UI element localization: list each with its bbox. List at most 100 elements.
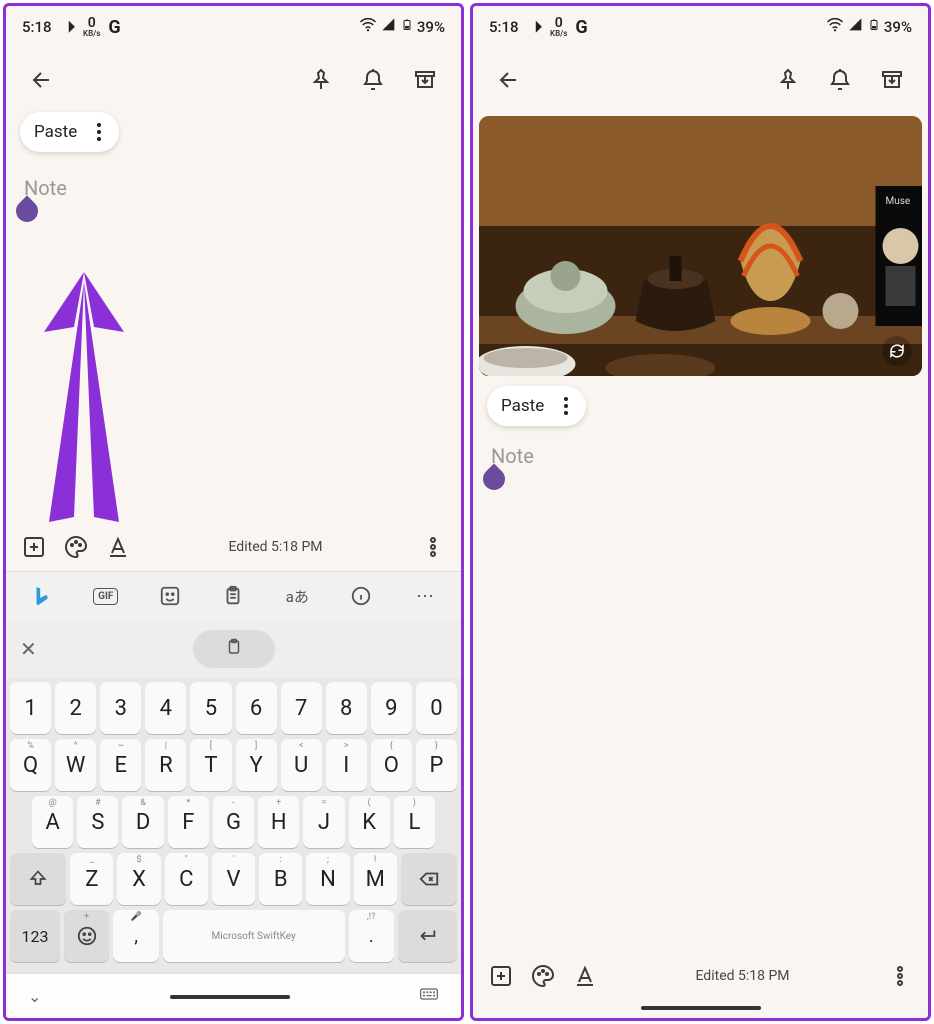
nav-handle[interactable] — [170, 995, 290, 999]
data-speed: 0KB/s — [83, 16, 100, 38]
key-p[interactable]: }P — [416, 739, 457, 791]
key-7[interactable]: 7 — [281, 682, 322, 734]
add-button[interactable] — [487, 962, 515, 990]
paste-menu[interactable]: Paste — [20, 112, 119, 152]
paste-menu[interactable]: Paste — [487, 386, 586, 426]
key-backspace[interactable] — [401, 853, 457, 905]
key-row-numbers: 1 2 3 4 5 6 7 8 9 0 — [10, 682, 457, 734]
paste-label[interactable]: Paste — [34, 122, 77, 142]
palette-button[interactable] — [529, 962, 557, 990]
lang-button[interactable]: aあ — [277, 580, 317, 612]
sticker-button[interactable] — [150, 580, 190, 612]
key-shift[interactable] — [10, 853, 66, 905]
pin-button[interactable] — [766, 58, 810, 102]
paste-more-icon[interactable] — [93, 123, 105, 141]
clipboard-chip[interactable] — [193, 630, 275, 668]
app-bar — [473, 48, 928, 112]
note-body[interactable]: Paste Note — [6, 112, 461, 523]
key-r[interactable]: |R — [145, 739, 186, 791]
key-m[interactable]: !M — [354, 853, 397, 905]
key-6[interactable]: 6 — [236, 682, 277, 734]
keyboard-toggle-icon[interactable] — [419, 984, 439, 1008]
key-k[interactable]: (K — [349, 796, 390, 848]
key-space[interactable]: Microsoft SwiftKey — [163, 910, 345, 962]
text-format-button[interactable] — [571, 962, 599, 990]
battery-icon — [868, 16, 880, 38]
key-period[interactable]: ,!?. — [349, 910, 394, 962]
key-b[interactable]: :B — [259, 853, 302, 905]
key-e[interactable]: ~E — [100, 739, 141, 791]
text-cursor-handle[interactable] — [16, 200, 38, 222]
key-d[interactable]: &D — [122, 796, 163, 848]
key-o[interactable]: {O — [371, 739, 412, 791]
key-comma[interactable]: 🎤, — [113, 910, 158, 962]
key-t[interactable]: [T — [190, 739, 231, 791]
back-button[interactable] — [487, 58, 531, 102]
add-button[interactable] — [20, 533, 48, 561]
key-l[interactable]: )L — [394, 796, 435, 848]
edited-time: Edited 5:18 PM — [228, 539, 322, 555]
app-bar — [6, 48, 461, 112]
key-0[interactable]: 0 — [416, 682, 457, 734]
more-button[interactable] — [886, 962, 914, 990]
nav-collapse-icon[interactable]: ⌄ — [28, 987, 41, 1006]
key-u[interactable]: <U — [281, 739, 322, 791]
image-refresh-icon[interactable] — [882, 336, 912, 366]
pin-button[interactable] — [299, 58, 343, 102]
key-q[interactable]: %Q — [10, 739, 51, 791]
key-w[interactable]: ^W — [55, 739, 96, 791]
clipboard-button[interactable] — [213, 580, 253, 612]
key-5[interactable]: 5 — [190, 682, 231, 734]
phone-left: 5:18 ⏵ 0KB/s G 39% Paste Note — [3, 3, 464, 1021]
key-x[interactable]: $X — [117, 853, 160, 905]
key-j[interactable]: =J — [303, 796, 344, 848]
key-enter[interactable] — [398, 910, 457, 962]
gif-button[interactable]: GIF — [86, 580, 126, 612]
text-cursor-handle[interactable] — [483, 468, 505, 490]
more-tools-button[interactable]: ⋯ — [405, 580, 445, 612]
key-c[interactable]: "C — [165, 853, 208, 905]
keyboard-suggestions: ✕ — [6, 620, 461, 678]
key-1[interactable]: 1 — [10, 682, 51, 734]
google-icon: G — [575, 17, 587, 38]
nav-handle[interactable] — [641, 1006, 761, 1010]
archive-button[interactable] — [870, 58, 914, 102]
key-row-qwerty: %Q ^W ~E |R [T ]Y <U >I {O }P — [10, 739, 457, 791]
key-9[interactable]: 9 — [371, 682, 412, 734]
key-3[interactable]: 3 — [100, 682, 141, 734]
reminder-button[interactable] — [351, 58, 395, 102]
key-s[interactable]: #S — [77, 796, 118, 848]
paste-more-icon[interactable] — [560, 397, 572, 415]
paste-label[interactable]: Paste — [501, 396, 544, 416]
info-button[interactable] — [341, 580, 381, 612]
key-emoji[interactable]: + — [64, 910, 109, 962]
note-body[interactable]: Paste Note — [473, 386, 928, 952]
key-4[interactable]: 4 — [145, 682, 186, 734]
palette-button[interactable] — [62, 533, 90, 561]
text-format-button[interactable] — [104, 533, 132, 561]
key-z[interactable]: _Z — [70, 853, 113, 905]
suggestions-close[interactable]: ✕ — [20, 637, 37, 661]
back-button[interactable] — [20, 58, 64, 102]
more-button[interactable] — [419, 533, 447, 561]
key-i[interactable]: >I — [326, 739, 367, 791]
key-row-zxcv: _Z $X "C 'V :B ;N !M — [10, 853, 457, 905]
key-v[interactable]: 'V — [212, 853, 255, 905]
note-image[interactable]: Muse — [479, 116, 922, 376]
key-n[interactable]: ;N — [306, 853, 349, 905]
google-icon: G — [108, 17, 120, 38]
key-h[interactable]: +H — [258, 796, 299, 848]
svg-text:Muse: Muse — [886, 196, 911, 207]
key-f[interactable]: *F — [168, 796, 209, 848]
reminder-button[interactable] — [818, 58, 862, 102]
key-a[interactable]: @A — [32, 796, 73, 848]
key-y[interactable]: ]Y — [236, 739, 277, 791]
status-bar: 5:18 ⏵ 0KB/s G 39% — [473, 6, 928, 48]
key-123[interactable]: 123 — [10, 910, 60, 962]
wifi-icon — [826, 16, 844, 38]
key-g[interactable]: -G — [213, 796, 254, 848]
key-8[interactable]: 8 — [326, 682, 367, 734]
archive-button[interactable] — [403, 58, 447, 102]
bing-icon[interactable] — [22, 580, 62, 612]
key-2[interactable]: 2 — [55, 682, 96, 734]
